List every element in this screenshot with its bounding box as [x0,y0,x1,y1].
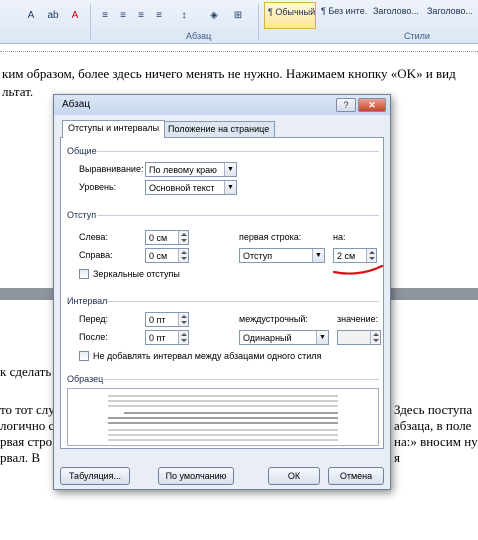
spinner-arrows-icon[interactable] [366,249,376,262]
align-left-button[interactable]: ≡ [98,8,112,24]
left-indent-label: Слева: [79,232,108,242]
borders-icon[interactable]: ⊞ [228,8,248,24]
doc-line: Здесь поступа [394,402,473,417]
spacing-after-spinner[interactable]: 0 пт [145,330,189,345]
level-select[interactable]: Основной текст ▼ [145,180,237,195]
alignment-label: Выравнивание: [79,164,144,174]
doc-line: я [394,450,400,465]
section-general: Общие [67,146,97,156]
section-sample: Образец [67,374,104,384]
chevron-down-icon: ▼ [224,181,236,194]
tabs-button[interactable]: Табуляция... [60,467,130,485]
doc-line: рвая стро [0,434,53,449]
style-normal[interactable]: ¶ Обычный [264,2,316,29]
mirror-indents-label: Зеркальные отступы [93,269,180,279]
doc-line: на:» вносим ну [394,434,478,449]
no-space-checkbox[interactable] [79,351,89,361]
before-label: Перед: [79,314,109,324]
section-indent: Отступ [67,210,97,220]
mirror-indents-checkbox[interactable] [79,269,89,279]
doc-line: абзаца, в поле [394,418,472,433]
ruler[interactable] [0,44,478,52]
value-label: значение: [337,314,379,324]
spinner-arrows-icon[interactable] [178,331,188,344]
dialog-titlebar[interactable]: Абзац ? ✕ [54,95,390,115]
doc-line: ким образом, более здесь ничего менять н… [2,66,456,81]
align-right-button[interactable]: ≡ [134,8,148,24]
align-center-button[interactable]: ≡ [116,8,130,24]
justify-button[interactable]: ≡ [152,8,166,24]
ribbon: A ab A ≡ ≡ ≡ ≡ ↕ ◈ ⊞ Абзац ¶ Обычный ¶ Б… [0,0,478,44]
tab-indents-spacing[interactable]: Отступы и интервалы [62,120,166,138]
sample-preview [67,388,379,446]
text-effects-button[interactable]: A [24,8,38,24]
doc-line: логично с [0,418,55,433]
shading-icon[interactable]: ◈ [204,8,224,24]
line-spacing-value-spinner[interactable] [337,330,381,345]
spacing-before-spinner[interactable]: 0 пт [145,312,189,327]
style-no-spacing[interactable]: ¶ Без инте... [318,2,368,29]
spinner-arrows-icon[interactable] [178,231,188,244]
chevron-down-icon: ▼ [312,249,324,262]
font-color-button[interactable]: A [68,8,82,24]
section-interval: Интервал [67,296,108,306]
alignment-select[interactable]: По левому краю ▼ [145,162,237,177]
style-heading-2[interactable]: Заголово... [424,2,476,29]
first-line-select[interactable]: Отступ ▼ [239,248,325,263]
spinner-arrows-icon[interactable] [370,331,380,344]
close-button[interactable]: ✕ [358,98,386,112]
by-label: на: [333,232,346,242]
left-indent-spinner[interactable]: 0 см [145,230,189,245]
set-default-button[interactable]: По умолчанию [158,467,234,485]
cancel-button[interactable]: Отмена [328,467,384,485]
tab-line-page-breaks[interactable]: Положение на странице [162,121,276,137]
spinner-arrows-icon[interactable] [178,313,188,326]
first-line-by-spinner[interactable]: 2 см [333,248,377,263]
tab-panel: Общие Выравнивание: По левому краю ▼ Уров… [60,137,384,449]
styles-group-label: Стили [404,31,430,41]
chevron-down-icon: ▼ [316,331,328,344]
right-indent-label: Справа: [79,250,113,260]
right-indent-spinner[interactable]: 0 см [145,248,189,263]
doc-line: рвал. В [0,450,41,465]
doc-line: льтат. [2,84,34,99]
no-space-label: Не добавлять интервал между абзацами одн… [93,351,322,361]
doc-line: к сделать [0,364,52,379]
dialog-title: Абзац [62,99,91,110]
highlight-button[interactable]: ab [44,8,62,24]
after-label: После: [79,332,108,342]
help-button[interactable]: ? [336,98,356,112]
spinner-arrows-icon[interactable] [178,249,188,262]
paragraph-dialog: Абзац ? ✕ Отступы и интервалы Положение … [53,94,391,490]
chevron-down-icon: ▼ [224,163,236,176]
style-heading-1[interactable]: Заголово... [370,2,420,29]
level-label: Уровень: [79,182,117,192]
line-spacing-label: междустрочный: [239,314,308,324]
ok-button[interactable]: ОК [268,467,320,485]
paragraph-group-label: Абзац [186,31,212,41]
doc-line: то тот слу [0,402,55,417]
line-spacing-icon[interactable]: ↕ [174,8,194,24]
first-line-label: первая строка: [239,232,302,242]
line-spacing-select[interactable]: Одинарный ▼ [239,330,329,345]
